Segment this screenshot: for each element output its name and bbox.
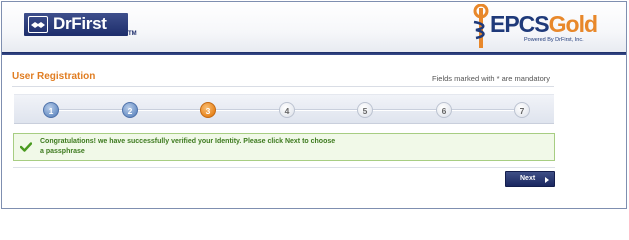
registration-stepper: 1 2 3 4 5 6 7 (14, 94, 554, 124)
epcs-tagline: Powered By DrFirst, Inc. (524, 37, 584, 43)
success-message: Congratulations! we have successfully ve… (13, 133, 555, 161)
app-header: DrFirst TM EPCSGold Powered By DrFirst, … (2, 2, 626, 52)
epcs-gold-logo: EPCSGold Powered By DrFirst, Inc. (470, 4, 620, 50)
header-divider (2, 52, 626, 55)
step-3-indicator: 3 (200, 102, 216, 118)
success-message-text: Congratulations! we have successfully ve… (40, 138, 336, 155)
next-button-label: Next (520, 175, 536, 182)
drfirst-logo: DrFirst (24, 13, 128, 36)
caduceus-icon (473, 4, 489, 48)
step-6-indicator: 6 (436, 102, 452, 118)
actions-divider (13, 167, 555, 168)
step-5-indicator: 5 (357, 102, 373, 118)
page-title: User Registration (12, 71, 96, 82)
epcs-wordmark-suffix: Gold (548, 11, 598, 37)
mandatory-fields-note: Fields marked with * are mandatory (432, 74, 550, 83)
next-button[interactable]: Next (505, 171, 555, 187)
step-7-indicator: 7 (514, 102, 530, 118)
check-icon (20, 142, 32, 152)
app-frame: DrFirst TM EPCSGold Powered By DrFirst, … (1, 1, 627, 209)
step-2-indicator: 2 (122, 102, 138, 118)
epcs-wordmark-prefix: EPCS (490, 11, 550, 37)
title-divider (12, 86, 554, 87)
drfirst-logo-text: DrFirst (53, 14, 107, 33)
step-1-indicator: 1 (43, 102, 59, 118)
epcs-gold-wordmark: EPCSGold (490, 11, 598, 38)
step-4-indicator: 4 (279, 102, 295, 118)
arrow-right-icon (545, 177, 549, 183)
trademark-mark: TM (128, 31, 137, 37)
handshake-icon (28, 16, 48, 33)
